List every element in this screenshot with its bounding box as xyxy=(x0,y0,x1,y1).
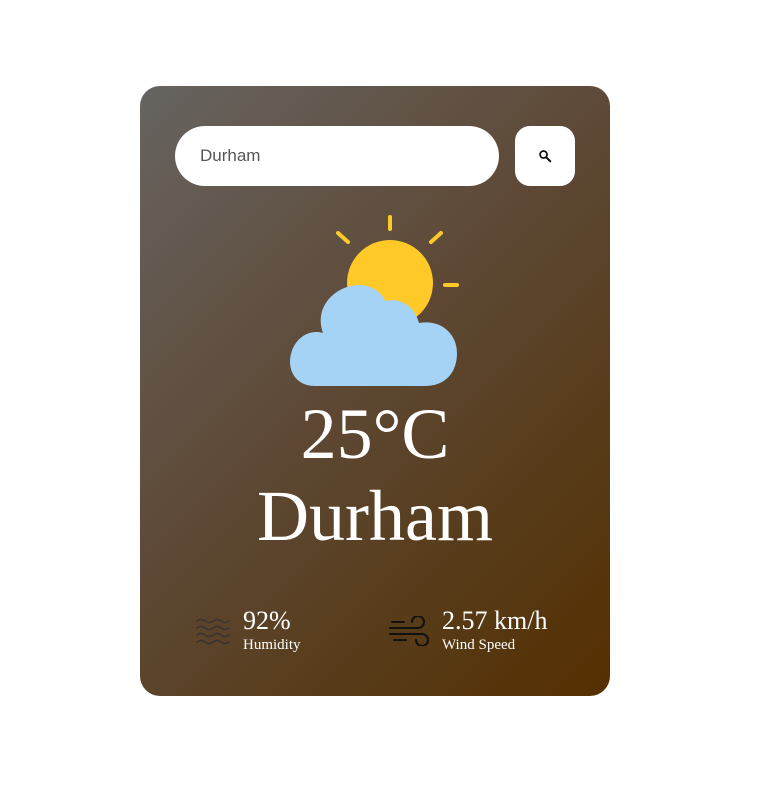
partly-cloudy-icon xyxy=(285,211,465,391)
wind-icon xyxy=(388,615,430,651)
wind-label: Wind Speed xyxy=(442,637,516,653)
wind-detail: 2.57 km/h Wind Speed xyxy=(388,606,547,654)
humidity-text: 92% Humidity xyxy=(243,606,301,654)
humidity-value: 92% xyxy=(243,606,291,635)
search-input[interactable] xyxy=(175,126,499,186)
wind-text: 2.57 km/h Wind Speed xyxy=(442,606,547,654)
search-button[interactable] xyxy=(515,126,575,186)
wind-value: 2.57 km/h xyxy=(442,606,548,635)
humidity-label: Humidity xyxy=(243,637,301,653)
weather-card: 25°C Durham 92% Humidity xyxy=(140,86,610,696)
humidity-detail: 92% Humidity xyxy=(195,606,301,654)
water-waves-icon xyxy=(195,616,231,651)
search-icon xyxy=(538,149,552,163)
city-name: Durham xyxy=(257,476,493,556)
temperature: 25°C xyxy=(300,394,450,474)
